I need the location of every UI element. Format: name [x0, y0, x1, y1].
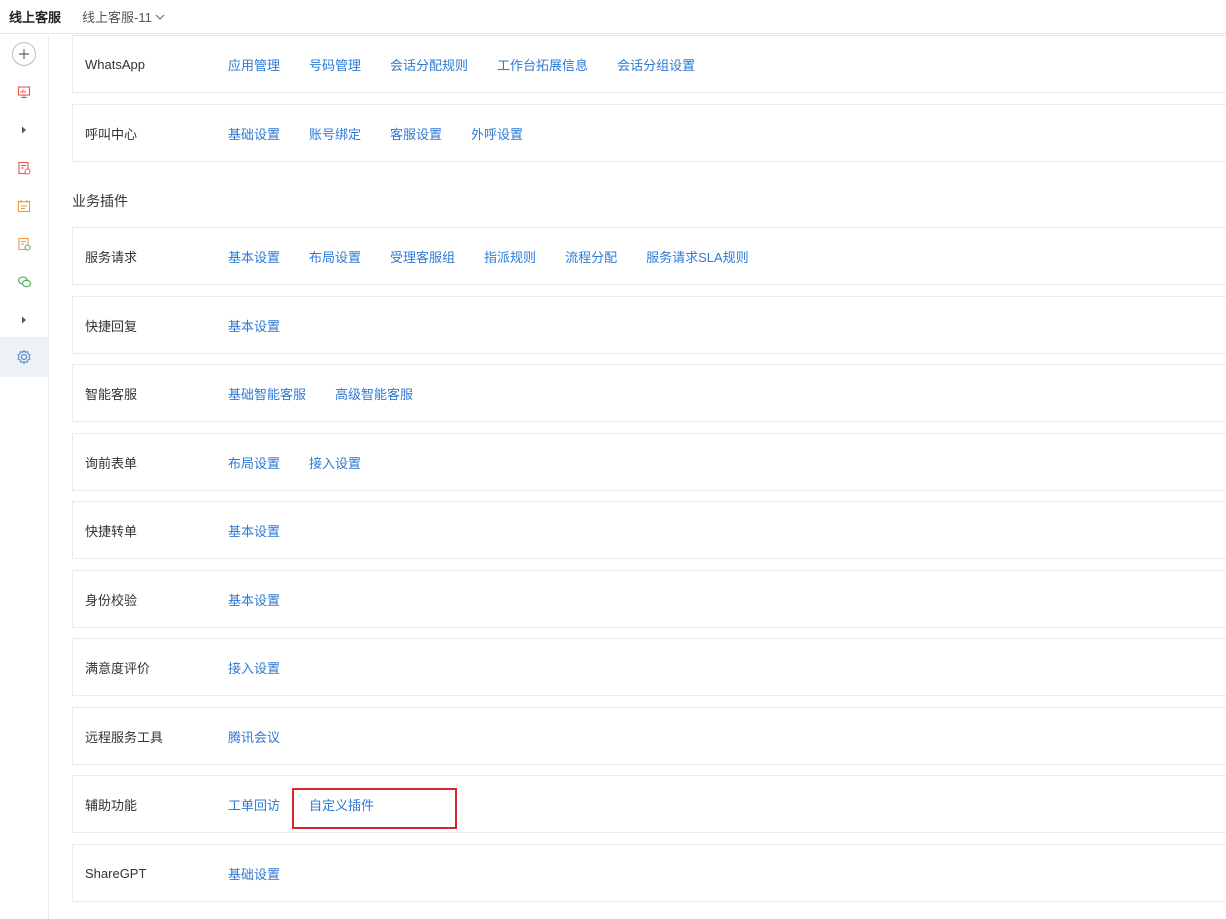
expand-arrow-icon	[22, 126, 26, 134]
plugin-row-smart-service: 智能客服 基础智能客服 高级智能客服	[72, 364, 1226, 422]
sidebar	[0, 35, 49, 919]
link-advanced-smart-service[interactable]: 高级智能客服	[335, 384, 413, 403]
sidebar-item-wechat[interactable]	[0, 269, 48, 295]
link-session-group-settings[interactable]: 会话分组设置	[617, 55, 695, 74]
chevron-down-icon	[155, 14, 165, 20]
link-workbench-extension[interactable]: 工作台拓展信息	[497, 55, 588, 74]
row-label: 远程服务工具	[85, 729, 164, 745]
link-sla-rules[interactable]: 服务请求SLA规则	[646, 247, 749, 266]
link-basic-settings[interactable]: 基础设置	[228, 124, 280, 143]
sidebar-item-settings[interactable]	[0, 337, 48, 377]
link-account-binding[interactable]: 账号绑定	[309, 124, 361, 143]
link-basic-settings[interactable]: 基础设置	[228, 864, 280, 883]
link-access-settings[interactable]: 接入设置	[228, 658, 280, 677]
plugin-row-identity-check: 身份校验 基本设置	[72, 570, 1226, 628]
report-icon	[18, 161, 31, 175]
row-label: 服务请求	[85, 249, 138, 265]
row-label: 辅助功能	[85, 797, 138, 813]
plugin-row-pre-chat-form: 询前表单 布局设置 接入设置	[72, 433, 1226, 491]
link-agent-settings[interactable]: 客服设置	[390, 124, 442, 143]
calendar-icon	[17, 200, 31, 213]
channel-row-whatsapp: WhatsApp 应用管理 号码管理 会话分配规则 工作台拓展信息 会话分组设置	[72, 35, 1226, 93]
app-title: 线上客服	[9, 10, 62, 25]
link-basic-settings[interactable]: 基本设置	[228, 247, 280, 266]
sidebar-expand-1[interactable]	[0, 117, 48, 143]
link-basic-smart-service[interactable]: 基础智能客服	[228, 384, 306, 403]
link-outbound-settings[interactable]: 外呼设置	[471, 124, 523, 143]
plugin-row-service-request: 服务请求 基本设置 布局设置 受理客服组 指派规则 流程分配 服务请求SLA规则	[72, 227, 1226, 285]
sidebar-item-report[interactable]	[0, 155, 48, 181]
link-access-settings[interactable]: 接入设置	[309, 453, 361, 472]
workspace-selector[interactable]: 线上客服-11	[82, 7, 165, 26]
link-ticket-revisit[interactable]: 工单回访	[228, 795, 280, 814]
monitor-icon	[17, 86, 31, 99]
row-label: 呼叫中心	[85, 126, 138, 142]
row-label: WhatsApp	[85, 56, 145, 72]
settings-icon	[17, 349, 31, 365]
link-basic-settings[interactable]: 基本设置	[228, 590, 280, 609]
row-label: 快捷转单	[85, 523, 138, 539]
link-number-management[interactable]: 号码管理	[309, 55, 361, 74]
channel-row-call-center: 呼叫中心 基础设置 账号绑定 客服设置 外呼设置	[72, 104, 1226, 162]
sidebar-expand-2[interactable]	[0, 307, 48, 333]
section-title-plugins: 业务插件	[72, 193, 128, 209]
plugin-row-remote-tools: 远程服务工具 腾讯会议	[72, 707, 1226, 765]
link-session-assign-rules[interactable]: 会话分配规则	[390, 55, 468, 74]
link-handling-group[interactable]: 受理客服组	[390, 247, 455, 266]
plugin-row-quick-reply: 快捷回复 基本设置	[72, 296, 1226, 354]
plugin-row-sharegpt: ShareGPT 基础设置	[72, 844, 1226, 902]
link-app-management[interactable]: 应用管理	[228, 55, 280, 74]
add-button[interactable]	[0, 41, 48, 67]
row-label: 快捷回复	[85, 318, 138, 334]
link-basic-settings[interactable]: 基本设置	[228, 316, 280, 335]
wechat-icon	[17, 276, 31, 288]
row-label: 智能客服	[85, 386, 138, 402]
top-bar: 线上客服 线上客服-11	[0, 0, 1226, 34]
link-basic-settings[interactable]: 基本设置	[228, 521, 280, 540]
link-layout-settings[interactable]: 布局设置	[309, 247, 361, 266]
document-settings-icon	[18, 237, 31, 251]
plugin-row-quick-transfer: 快捷转单 基本设置	[72, 501, 1226, 559]
workspace-name: 线上客服-11	[82, 10, 152, 25]
sidebar-item-monitor[interactable]	[0, 79, 48, 105]
link-tencent-meeting[interactable]: 腾讯会议	[228, 727, 280, 746]
row-label: 满意度评价	[85, 660, 151, 676]
row-label: 身份校验	[85, 592, 138, 608]
sidebar-item-document[interactable]	[0, 231, 48, 257]
link-assign-rules[interactable]: 指派规则	[484, 247, 536, 266]
link-flow-assignment[interactable]: 流程分配	[565, 247, 617, 266]
row-label: ShareGPT	[85, 865, 147, 881]
row-label: 询前表单	[85, 455, 138, 471]
plugin-row-satisfaction: 满意度评价 接入设置	[72, 638, 1226, 696]
link-custom-plugin[interactable]: 自定义插件	[309, 795, 374, 814]
plugin-row-auxiliary: 辅助功能 工单回访 自定义插件	[72, 775, 1226, 833]
sidebar-item-calendar[interactable]	[0, 193, 48, 219]
link-layout-settings[interactable]: 布局设置	[228, 453, 280, 472]
expand-arrow-icon	[22, 316, 26, 324]
plus-icon	[12, 42, 36, 66]
